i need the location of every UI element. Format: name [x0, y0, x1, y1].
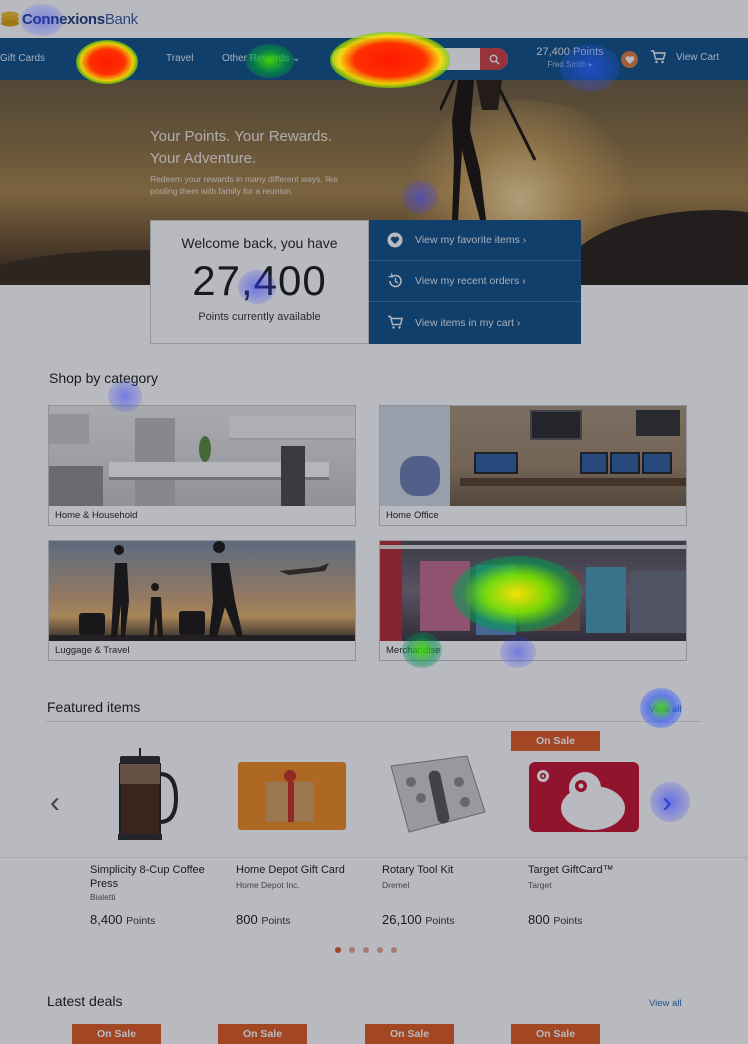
latest-deals-heading: Latest deals [47, 993, 123, 1009]
category-image [49, 541, 355, 641]
coffee-press-image [118, 748, 179, 840]
top-bar: ConnexionsBank [0, 0, 748, 38]
heart-icon [387, 232, 403, 248]
search-input[interactable] [332, 48, 480, 70]
category-image [380, 541, 686, 641]
quick-links: View my favorite items › View my recent … [369, 220, 581, 344]
welcome-subtitle: Points currently available [198, 311, 321, 323]
search-box [332, 48, 508, 70]
recent-orders-link[interactable]: View my recent orders › [369, 261, 581, 302]
cart-icon [388, 315, 403, 329]
brand-name: ConnexionsBank [22, 10, 138, 28]
heart-icon [625, 55, 634, 64]
shop-by-category-heading: Shop by category [49, 370, 158, 386]
category-home-office[interactable]: Home Office [379, 405, 687, 526]
carousel-next-arrow[interactable]: › [662, 788, 672, 818]
category-merchandise[interactable]: Merchandise [379, 540, 687, 661]
featured-items-heading: Featured items [47, 699, 141, 715]
welcome-points: 27,400 [192, 257, 327, 304]
chevron-down-icon: ⌄ [292, 53, 301, 64]
on-sale-badge: On Sale [365, 1024, 454, 1044]
welcome-title: Welcome back, you have [181, 235, 338, 251]
user-name-link[interactable]: Fred Smith ▸ [520, 60, 620, 69]
category-home-household[interactable]: Home & Household [48, 405, 356, 526]
product-name[interactable]: Home Depot Gift Card [236, 863, 368, 877]
nav-gift-cards[interactable]: Gift Cards [0, 38, 45, 80]
on-sale-badge: On Sale [511, 1024, 600, 1044]
target-dog-image [537, 770, 625, 830]
carousel-prev-arrow[interactable]: ‹ [50, 788, 60, 818]
search-icon [489, 54, 500, 65]
view-cart-label: View Cart [676, 51, 720, 63]
category-image [49, 406, 355, 506]
view-cart-link[interactable]: View Cart [650, 50, 719, 64]
cart-items-link[interactable]: View items in my cart › [369, 302, 581, 343]
product-name[interactable]: Rotary Tool Kit [382, 863, 514, 877]
carousel-dot[interactable] [391, 947, 397, 953]
product-image-rotary-tool[interactable] [387, 752, 487, 838]
on-sale-badge: On Sale [511, 731, 600, 751]
points-summary[interactable]: 27,400 Points Fred Smith ▸ [520, 46, 620, 69]
product-name[interactable]: Simplicity 8-Cup Coffee Press [90, 863, 222, 891]
hiker-silhouette [440, 80, 537, 220]
category-label: Home & Household [55, 510, 138, 521]
favorites-button[interactable] [621, 51, 638, 68]
bank-logo[interactable]: ConnexionsBank [0, 6, 138, 32]
carousel-dot[interactable] [349, 947, 355, 953]
favorite-items-link[interactable]: View my favorite items › [369, 220, 581, 261]
product-image-home-depot-card[interactable] [238, 762, 346, 830]
product-brand: Home Depot Inc. [236, 880, 300, 890]
nav-merchandise[interactable]: Merchandise [80, 38, 137, 80]
category-label: Home Office [386, 510, 439, 521]
featured-view-all-link[interactable]: View all [649, 704, 682, 715]
nav-other-rewards[interactable]: Other Rewards ⌄ [222, 38, 300, 80]
logo-coin-icon [1, 11, 19, 27]
carousel-dots [335, 947, 405, 953]
carousel-dot[interactable] [363, 947, 369, 953]
product-name[interactable]: Target GiftCard™ [528, 863, 660, 877]
featured-bottom-divider [0, 857, 748, 858]
travelers-silhouette [79, 541, 329, 637]
search-button[interactable] [480, 48, 508, 70]
product-points: 26,100 Points [382, 912, 455, 927]
on-sale-badge: On Sale [218, 1024, 307, 1044]
history-icon [388, 273, 402, 288]
featured-divider [46, 721, 702, 722]
product-brand: Bialetti [90, 892, 116, 902]
carousel-dot[interactable] [335, 947, 341, 953]
carousel-dot[interactable] [377, 947, 383, 953]
nav-travel[interactable]: Travel [166, 38, 193, 80]
gift-box-image [266, 770, 314, 822]
product-image-coffee-press[interactable] [110, 748, 182, 844]
product-brand: Target [528, 880, 552, 890]
product-points: 8,400 Points [90, 912, 156, 927]
welcome-card: Welcome back, you have 27,400 Points cur… [150, 220, 369, 344]
category-label: Merchandise [386, 645, 441, 656]
hero-title: Your Points. Your Rewards. Your Adventur… [150, 128, 333, 167]
product-points: 800 Points [236, 912, 291, 927]
hero-subtitle: Redeem your rewards in many different wa… [150, 174, 338, 196]
category-luggage-travel[interactable]: Luggage & Travel [48, 540, 356, 661]
points-balance: 27,400 Points [536, 46, 604, 58]
category-label: Luggage & Travel [55, 645, 130, 656]
latest-deals-view-all-link[interactable]: View all [649, 998, 682, 1009]
product-image-target-card[interactable] [529, 762, 639, 832]
category-image [380, 406, 686, 506]
product-points: 800 Points [528, 912, 583, 927]
cart-icon [651, 50, 666, 64]
rotary-tool-kit-image [390, 755, 486, 833]
on-sale-badge: On Sale [72, 1024, 161, 1044]
product-brand: Dremel [382, 880, 410, 890]
